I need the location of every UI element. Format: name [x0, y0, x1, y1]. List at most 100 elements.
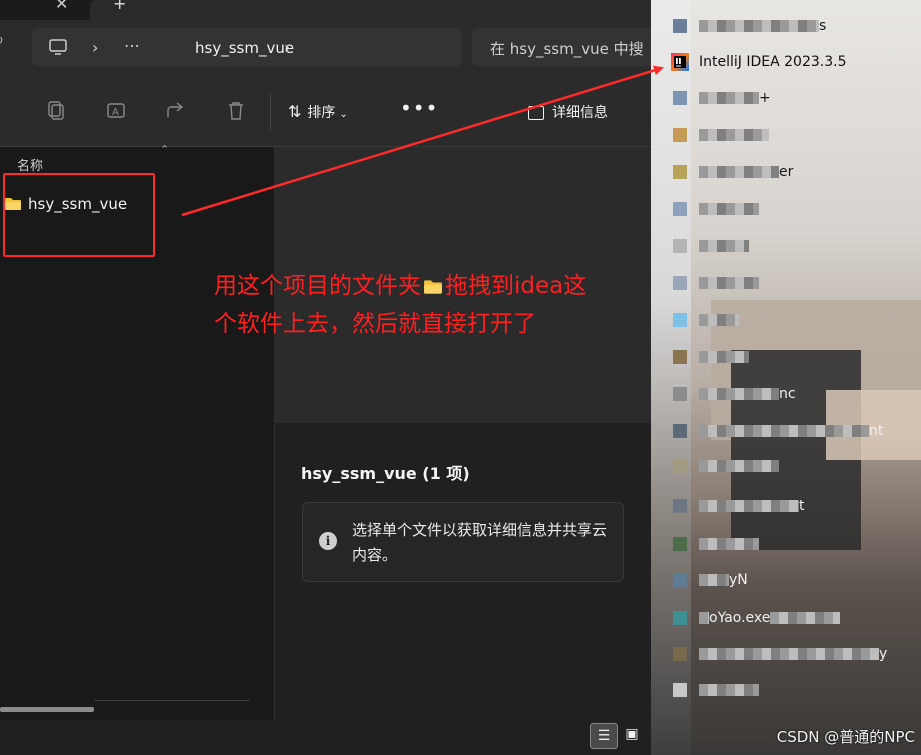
- watermark: CSDN @普通的NPC: [776, 728, 915, 746]
- redacted-label: [699, 20, 819, 32]
- tab-strip: ✕ +: [0, 0, 651, 20]
- start-menu-item[interactable]: s: [673, 18, 826, 42]
- redacted-label: [699, 203, 759, 215]
- start-menu-item[interactable]: [673, 238, 749, 262]
- breadcrumb-more[interactable]: ⋯: [124, 36, 140, 55]
- rename-icon[interactable]: A: [106, 100, 128, 122]
- annotation-text: 用这个项目的文件夹 拖拽到idea这个软件上去，然后就直接打开了: [214, 268, 604, 342]
- details-label: 详细信息: [552, 105, 608, 121]
- details-view-button[interactable]: ☰: [590, 723, 618, 749]
- start-menu-item[interactable]: t: [673, 498, 805, 522]
- sort-icon: ⇅: [288, 102, 302, 121]
- app-icon: [673, 537, 687, 551]
- highlight-box: [3, 173, 155, 257]
- start-menu-item[interactable]: [673, 312, 739, 336]
- chevron-down-icon: ⌄: [339, 109, 348, 120]
- app-label: IntelliJ IDEA 2023.3.5: [699, 54, 847, 70]
- search-box[interactable]: 在 hsy_ssm_vue 中搜: [472, 28, 651, 66]
- sort-label: 排序: [307, 105, 336, 121]
- app-icon: [673, 573, 687, 587]
- cut-icon[interactable]: [0, 100, 16, 122]
- info-icon: i: [319, 532, 337, 550]
- details-pane-icon: [528, 106, 544, 120]
- copy-icon[interactable]: [46, 100, 68, 122]
- delete-icon[interactable]: [225, 100, 247, 122]
- chevron-right-icon[interactable]: ›: [92, 38, 98, 57]
- start-menu-item[interactable]: y: [673, 646, 887, 670]
- address-row: ↻ › ⋯ hsy_ssm_vue › 在 hsy_ssm_vue 中搜: [0, 20, 651, 78]
- app-icon: [673, 165, 687, 179]
- app-icon: [673, 499, 687, 513]
- start-menu-item[interactable]: nc: [673, 386, 796, 410]
- close-tab-icon[interactable]: ✕: [55, 0, 68, 13]
- address-bar[interactable]: › ⋯ hsy_ssm_vue ›: [32, 28, 462, 66]
- start-menu-item[interactable]: [673, 127, 769, 151]
- start-menu-item[interactable]: nt: [673, 423, 883, 447]
- share-icon[interactable]: [165, 100, 187, 122]
- new-tab-icon[interactable]: +: [113, 0, 126, 13]
- app-label: y: [879, 646, 888, 662]
- app-icon: [673, 19, 687, 33]
- start-menu-app-list: s IntelliJ IDEA 2023.3.5 + er nc nt t yN…: [651, 0, 921, 755]
- start-menu-item[interactable]: [673, 682, 759, 706]
- file-explorer-window: ✕ + ↻ › ⋯ hsy_ssm_vue › 在 hsy_ssm_vue 中搜…: [0, 0, 651, 755]
- start-menu-item[interactable]: [673, 275, 759, 299]
- more-options-button[interactable]: •••: [400, 96, 438, 120]
- start-menu-item[interactable]: +: [673, 90, 771, 114]
- redacted-label: [699, 314, 739, 326]
- info-card: i 选择单个文件以获取详细信息并共享云内容。: [302, 502, 624, 582]
- app-icon: [673, 424, 687, 438]
- app-label: oYao.exe: [709, 610, 771, 626]
- app-icon: [673, 611, 687, 625]
- app-label: t: [799, 498, 805, 514]
- scrollbar-track: [94, 700, 250, 701]
- redacted-label: [699, 388, 779, 400]
- app-label: nc: [779, 386, 796, 402]
- breadcrumb-current-folder[interactable]: hsy_ssm_vue: [195, 39, 294, 57]
- app-icon: [673, 459, 687, 473]
- search-input[interactable]: 在 hsy_ssm_vue 中搜: [490, 38, 644, 59]
- app-icon: [673, 387, 687, 401]
- tab-active[interactable]: [90, 0, 651, 20]
- horizontal-scrollbar[interactable]: [0, 707, 94, 712]
- app-icon: [673, 276, 687, 290]
- start-menu-item[interactable]: [673, 458, 779, 482]
- app-icon: [673, 128, 687, 142]
- svg-text:A: A: [112, 107, 119, 118]
- sort-ascending-icon: ⌃: [160, 143, 170, 156]
- app-label: yN: [729, 572, 748, 588]
- redacted-label: [699, 129, 769, 141]
- redacted-label: [699, 538, 759, 550]
- app-icon: [673, 91, 687, 105]
- app-icon: [673, 683, 687, 697]
- details-pane: hsy_ssm_vue (1 项) i 选择单个文件以获取详细信息并共享云内容。: [275, 147, 651, 720]
- redacted-label: [699, 684, 759, 696]
- app-icon: [673, 202, 687, 216]
- start-menu-item[interactable]: yN: [673, 572, 748, 596]
- app-icon: [673, 313, 687, 327]
- start-menu-item[interactable]: [673, 201, 759, 225]
- start-menu-item-intellij-idea[interactable]: IntelliJ IDEA 2023.3.5: [671, 53, 846, 71]
- start-menu-item[interactable]: [673, 536, 759, 560]
- app-label: +: [759, 90, 771, 106]
- start-menu-item[interactable]: [673, 349, 749, 373]
- column-header-name[interactable]: 名称: [17, 155, 43, 174]
- tiles-view-button[interactable]: ▣: [622, 723, 642, 743]
- redacted-label: [699, 648, 879, 660]
- redacted-label: [699, 166, 779, 178]
- sort-button[interactable]: ⇅ 排序 ⌄: [288, 102, 348, 122]
- app-label: er: [779, 164, 794, 180]
- chevron-right-icon[interactable]: ›: [284, 38, 290, 57]
- redacted-label: [699, 574, 729, 586]
- redacted-label: [699, 612, 709, 624]
- app-label: nt: [869, 423, 884, 439]
- app-icon: [673, 350, 687, 364]
- app-icon: [673, 239, 687, 253]
- details-pane-button[interactable]: 详细信息: [528, 102, 608, 122]
- start-menu-item[interactable]: er: [673, 164, 793, 188]
- refresh-icon[interactable]: ↻: [0, 33, 4, 49]
- this-pc-icon[interactable]: [49, 38, 67, 60]
- start-menu-item[interactable]: oYao.exe: [673, 610, 841, 634]
- intellij-idea-icon: [671, 53, 689, 71]
- redacted-label: [699, 277, 759, 289]
